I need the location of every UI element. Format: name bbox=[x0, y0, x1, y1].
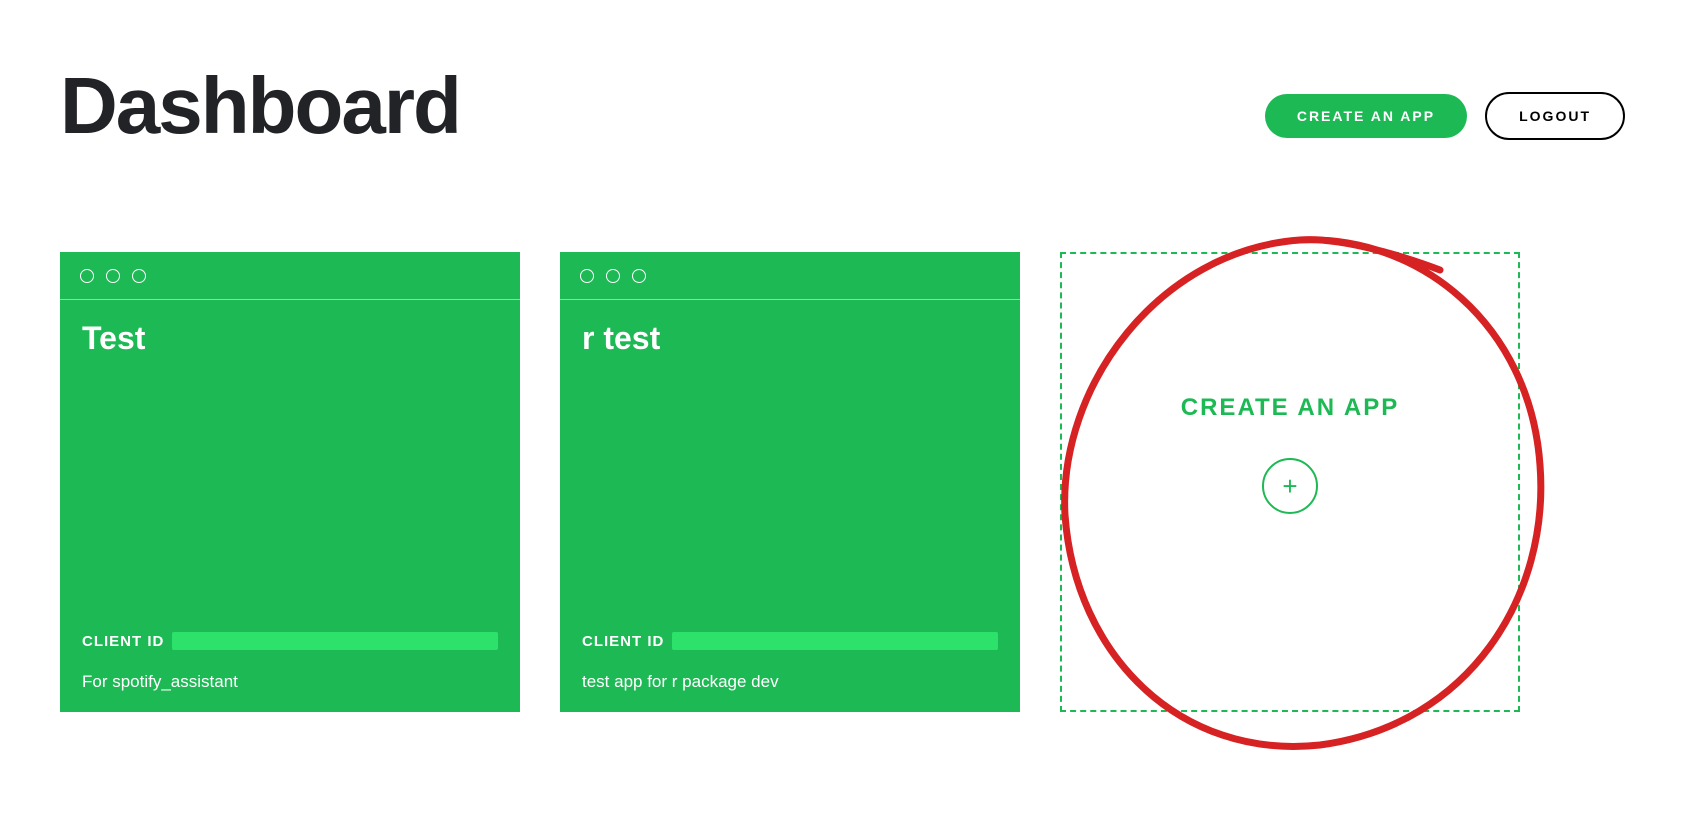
logout-button[interactable]: LOGOUT bbox=[1485, 92, 1625, 140]
header: Dashboard CREATE AN APP LOGOUT bbox=[60, 60, 1625, 152]
window-dot-icon bbox=[106, 269, 120, 283]
window-dot-icon bbox=[132, 269, 146, 283]
card-body: Test CLIENT ID For spotify_assistant bbox=[60, 300, 520, 712]
app-name: Test bbox=[82, 320, 498, 357]
app-name: r test bbox=[582, 320, 998, 357]
app-card[interactable]: Test CLIENT ID For spotify_assistant bbox=[60, 252, 520, 712]
window-dot-icon bbox=[632, 269, 646, 283]
client-id-row: CLIENT ID bbox=[82, 632, 498, 650]
client-id-redacted bbox=[672, 632, 998, 650]
client-id-label: CLIENT ID bbox=[82, 633, 164, 650]
page-title: Dashboard bbox=[60, 60, 460, 152]
client-id-label: CLIENT ID bbox=[582, 633, 664, 650]
client-id-row: CLIENT ID bbox=[582, 632, 998, 650]
window-dot-icon bbox=[580, 269, 594, 283]
create-app-card-label: CREATE AN APP bbox=[1181, 394, 1399, 422]
window-dot-icon bbox=[606, 269, 620, 283]
card-window-dots bbox=[60, 252, 520, 300]
app-description: test app for r package dev bbox=[582, 672, 998, 692]
plus-icon: + bbox=[1262, 458, 1318, 514]
create-app-card[interactable]: CREATE AN APP + bbox=[1060, 252, 1520, 712]
create-app-button[interactable]: CREATE AN APP bbox=[1265, 94, 1467, 138]
window-dot-icon bbox=[80, 269, 94, 283]
app-description: For spotify_assistant bbox=[82, 672, 498, 692]
apps-grid: Test CLIENT ID For spotify_assistant r t… bbox=[60, 252, 1625, 712]
client-id-redacted bbox=[172, 632, 498, 650]
app-card[interactable]: r test CLIENT ID test app for r package … bbox=[560, 252, 1020, 712]
card-body: r test CLIENT ID test app for r package … bbox=[560, 300, 1020, 712]
header-actions: CREATE AN APP LOGOUT bbox=[1265, 92, 1625, 140]
card-window-dots bbox=[560, 252, 1020, 300]
